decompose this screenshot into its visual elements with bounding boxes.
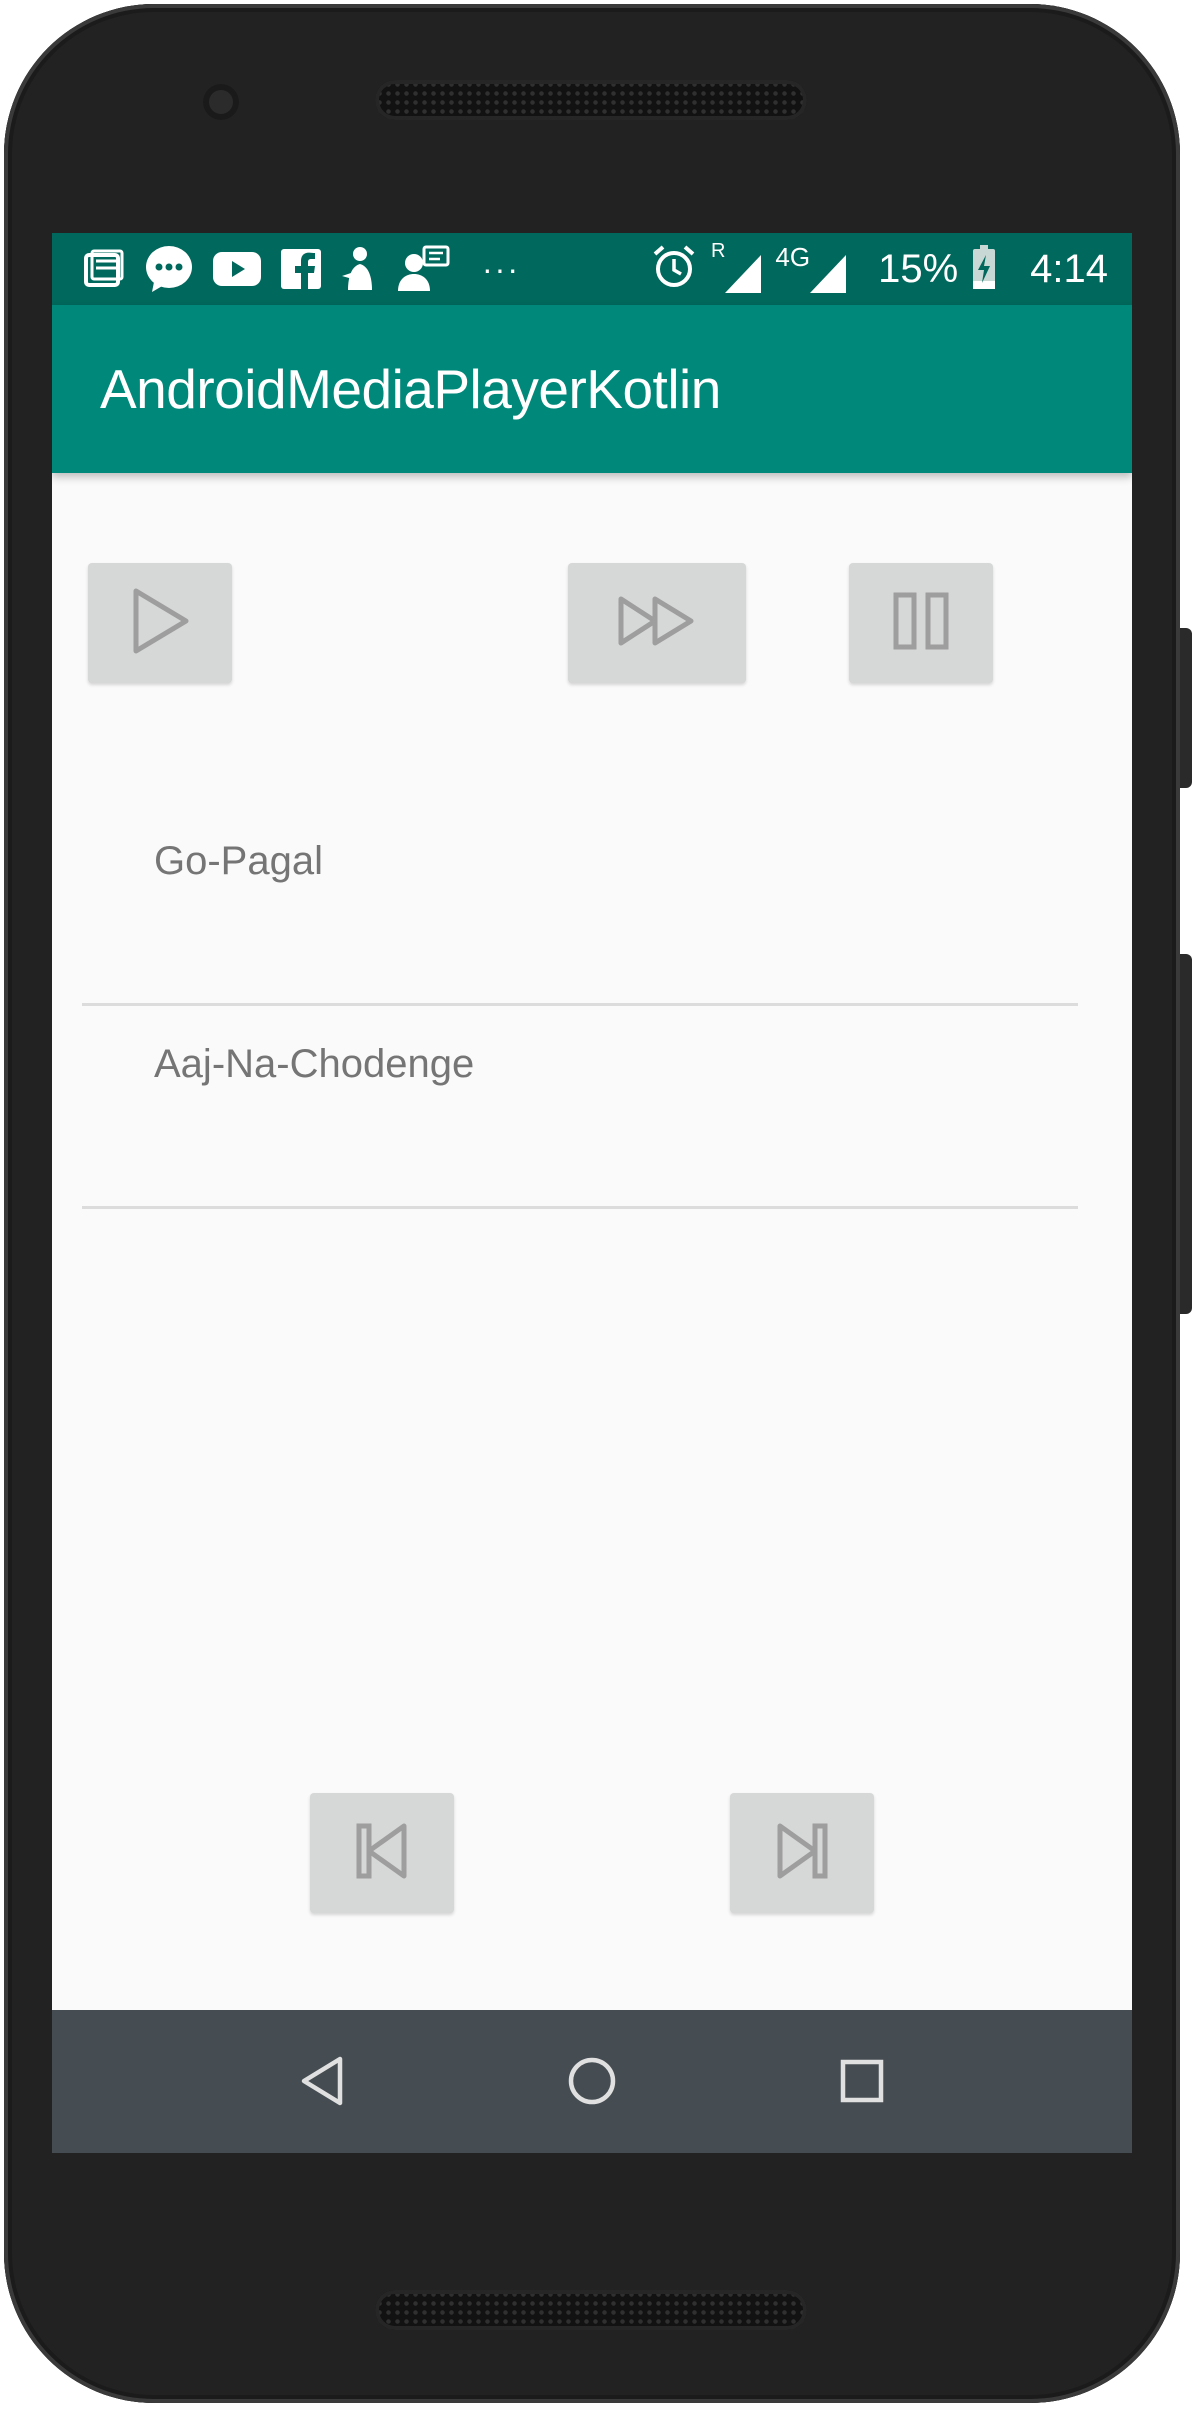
system-status-icons: R 4G 15% 4:14 <box>651 240 1108 295</box>
system-navigation-bar <box>52 2010 1132 2153</box>
app-title: AndroidMediaPlayerKotlin <box>100 358 721 420</box>
battery-percent: 15% <box>878 247 959 291</box>
pause-icon <box>891 591 951 656</box>
recents-button[interactable] <box>827 2048 897 2118</box>
network-type-label: 4G <box>775 242 811 272</box>
home-icon <box>566 2055 618 2112</box>
power-side-button <box>1180 628 1192 788</box>
top-speaker-grille <box>375 80 807 120</box>
song-list: Go-Pagal Aaj-Na-Chodenge <box>82 803 1078 1209</box>
back-icon <box>298 2055 346 2112</box>
song-title: Go-Pagal <box>154 839 323 883</box>
skip-previous-icon <box>354 1821 410 1886</box>
pause-button[interactable] <box>849 563 993 683</box>
device-frame: ··· R 4G 15% 4:14 AndroidMediaPlayerKotl… <box>0 0 1194 2409</box>
roaming-label: R <box>710 240 726 262</box>
messenger-icon <box>144 244 194 294</box>
skip-next-icon <box>774 1821 830 1886</box>
facebook-icon <box>280 248 322 290</box>
youtube-icon <box>212 249 262 289</box>
alarm-icon <box>651 244 697 295</box>
bottom-speaker-grille <box>375 2290 807 2330</box>
back-button[interactable] <box>287 2048 357 2118</box>
notification-icons: ··· <box>82 245 520 293</box>
volume-side-button <box>1180 954 1192 1314</box>
contact-message-icon <box>398 245 450 293</box>
song-title: Aaj-Na-Chodenge <box>154 1042 475 1086</box>
app-toolbar: AndroidMediaPlayerKotlin <box>52 305 1132 473</box>
news-icon <box>82 247 126 291</box>
android-notification-icon <box>340 246 380 292</box>
phone-screen: ··· R 4G 15% 4:14 AndroidMediaPlayerKotl… <box>52 233 1132 2153</box>
more-notifications-indicator: ··· <box>482 251 520 287</box>
previous-button[interactable] <box>310 1793 454 1913</box>
battery-charging-icon <box>972 244 996 294</box>
fast-forward-button[interactable] <box>568 563 746 683</box>
recents-icon <box>839 2058 885 2109</box>
front-camera <box>203 84 239 120</box>
play-button[interactable] <box>88 563 232 683</box>
fast-forward-icon <box>617 593 697 654</box>
list-item[interactable]: Aaj-Na-Chodenge <box>82 1006 1078 1209</box>
clock-time: 4:14 <box>1030 247 1108 291</box>
cell-signal-icon: 4G <box>775 242 847 293</box>
roaming-signal-icon: R <box>711 240 762 293</box>
play-icon <box>128 587 192 660</box>
next-button[interactable] <box>730 1793 874 1913</box>
status-bar: ··· R 4G 15% 4:14 <box>52 233 1132 305</box>
home-button[interactable] <box>557 2048 627 2118</box>
